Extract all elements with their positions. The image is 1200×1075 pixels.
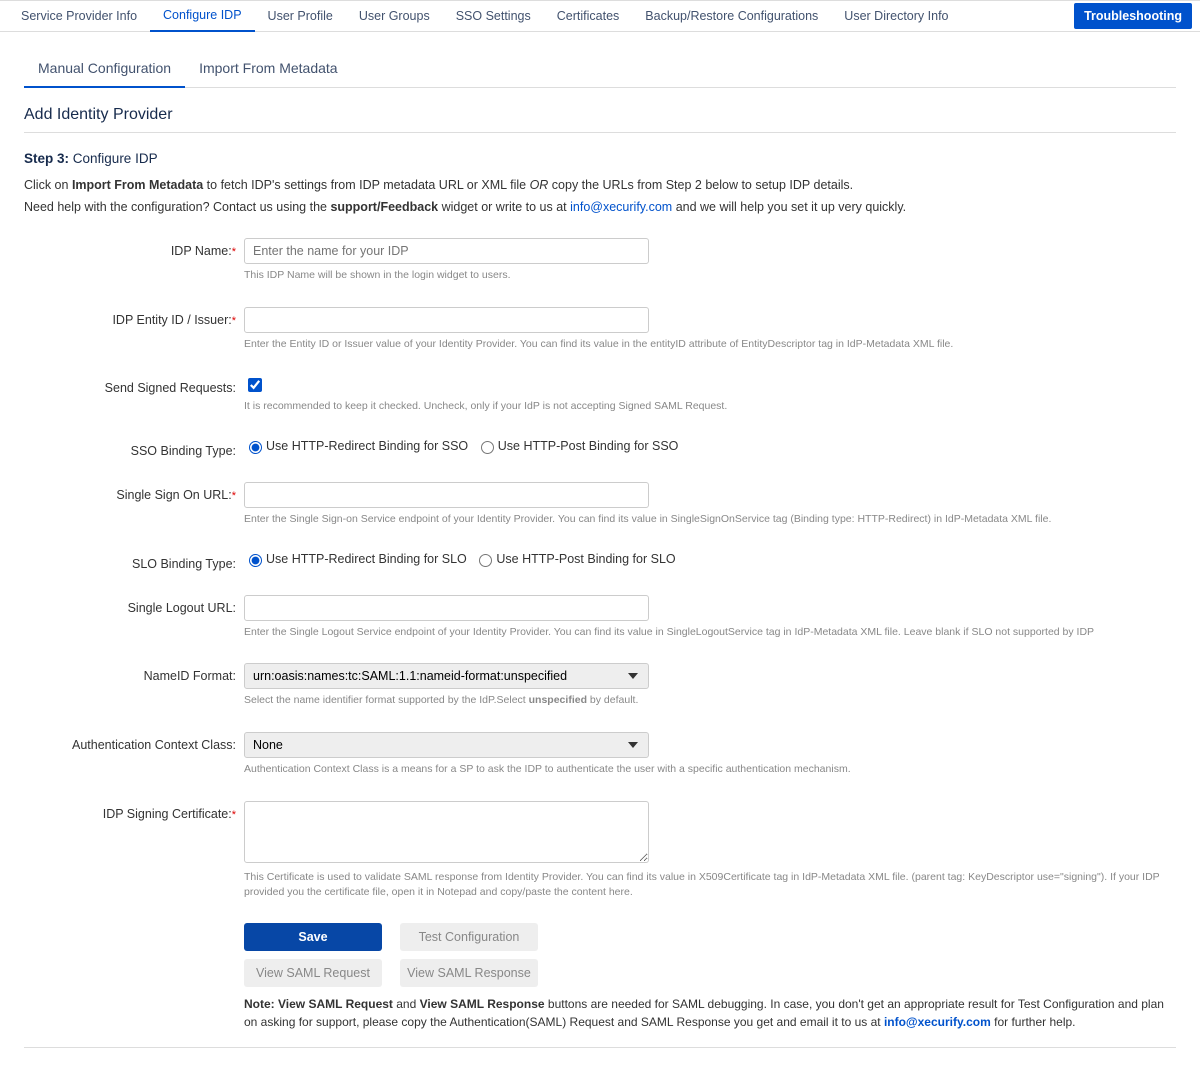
idp-name-label: IDP Name:*	[24, 238, 244, 283]
view-saml-response-button[interactable]: View SAML Response	[400, 959, 538, 987]
test-configuration-button[interactable]: Test Configuration	[400, 923, 538, 951]
idp-name-help: This IDP Name will be shown in the login…	[244, 268, 1176, 283]
auth-context-label: Authentication Context Class:	[24, 732, 244, 777]
slo-binding-post-option[interactable]: Use HTTP-Post Binding for SLO	[474, 551, 675, 567]
troubleshooting-button[interactable]: Troubleshooting	[1074, 3, 1192, 29]
slo-url-label: Single Logout URL:	[24, 595, 244, 640]
sso-binding-redirect-option[interactable]: Use HTTP-Redirect Binding for SSO	[244, 438, 468, 454]
sub-tab-bar: Manual Configuration Import From Metadat…	[24, 52, 1176, 88]
sso-url-input[interactable]	[244, 482, 649, 508]
sso-binding-post-radio[interactable]	[481, 441, 494, 454]
tab-user-directory-info[interactable]: User Directory Info	[831, 1, 961, 32]
sub-tab-manual-configuration[interactable]: Manual Configuration	[24, 52, 185, 88]
slo-binding-post-radio[interactable]	[479, 554, 492, 567]
tab-user-profile[interactable]: User Profile	[255, 1, 346, 32]
nameid-format-select[interactable]: urn:oasis:names:tc:SAML:1.1:nameid-forma…	[244, 663, 649, 689]
tab-user-groups[interactable]: User Groups	[346, 1, 443, 32]
sub-tab-import-from-metadata[interactable]: Import From Metadata	[185, 52, 352, 87]
tab-certificates[interactable]: Certificates	[544, 1, 633, 32]
entity-id-label: IDP Entity ID / Issuer:*	[24, 307, 244, 352]
description-line-2: Need help with the configuration? Contac…	[24, 200, 1176, 214]
sso-url-help: Enter the Single Sign-on Service endpoin…	[244, 512, 1176, 527]
sso-binding-post-option[interactable]: Use HTTP-Post Binding for SSO	[476, 438, 679, 454]
top-tab-bar: Service Provider Info Configure IDP User…	[0, 0, 1200, 32]
slo-url-help: Enter the Single Logout Service endpoint…	[244, 625, 1176, 640]
bottom-divider	[24, 1047, 1176, 1048]
auth-context-help: Authentication Context Class is a means …	[244, 762, 1176, 777]
nameid-format-help: Select the name identifier format suppor…	[244, 693, 1176, 708]
nameid-format-label: NameID Format:	[24, 663, 244, 708]
idp-name-input[interactable]	[244, 238, 649, 264]
entity-id-help: Enter the Entity ID or Issuer value of y…	[244, 337, 1176, 352]
support-email-link[interactable]: info@xecurify.com	[570, 200, 672, 214]
signed-requests-label: Send Signed Requests:	[24, 375, 244, 414]
saml-debugging-note: Note: View SAML Request and View SAML Re…	[244, 995, 1176, 1031]
slo-binding-redirect-radio[interactable]	[249, 554, 262, 567]
page-title: Add Identity Provider	[24, 106, 1176, 133]
idp-cert-label: IDP Signing Certificate:*	[24, 801, 244, 899]
idp-cert-textarea[interactable]	[244, 801, 649, 863]
step-heading: Step 3: Configure IDP	[24, 151, 1176, 166]
slo-url-input[interactable]	[244, 595, 649, 621]
tab-backup-restore[interactable]: Backup/Restore Configurations	[632, 1, 831, 32]
signed-requests-help: It is recommended to keep it checked. Un…	[244, 399, 1176, 414]
view-saml-request-button[interactable]: View SAML Request	[244, 959, 382, 987]
note-email-link[interactable]: info@xecurify.com	[884, 1015, 991, 1029]
slo-binding-redirect-option[interactable]: Use HTTP-Redirect Binding for SLO	[244, 551, 467, 567]
tab-sso-settings[interactable]: SSO Settings	[443, 1, 544, 32]
auth-context-select[interactable]: None	[244, 732, 649, 758]
entity-id-input[interactable]	[244, 307, 649, 333]
signed-requests-checkbox[interactable]	[248, 378, 262, 392]
description-line-1: Click on Import From Metadata to fetch I…	[24, 178, 1176, 192]
tab-service-provider-info[interactable]: Service Provider Info	[8, 1, 150, 32]
slo-binding-label: SLO Binding Type:	[24, 551, 244, 571]
idp-cert-help: This Certificate is used to validate SAM…	[244, 870, 1176, 899]
sso-binding-label: SSO Binding Type:	[24, 438, 244, 458]
sso-binding-redirect-radio[interactable]	[249, 441, 262, 454]
tab-configure-idp[interactable]: Configure IDP	[150, 1, 255, 32]
sso-url-label: Single Sign On URL:*	[24, 482, 244, 527]
save-button[interactable]: Save	[244, 923, 382, 951]
